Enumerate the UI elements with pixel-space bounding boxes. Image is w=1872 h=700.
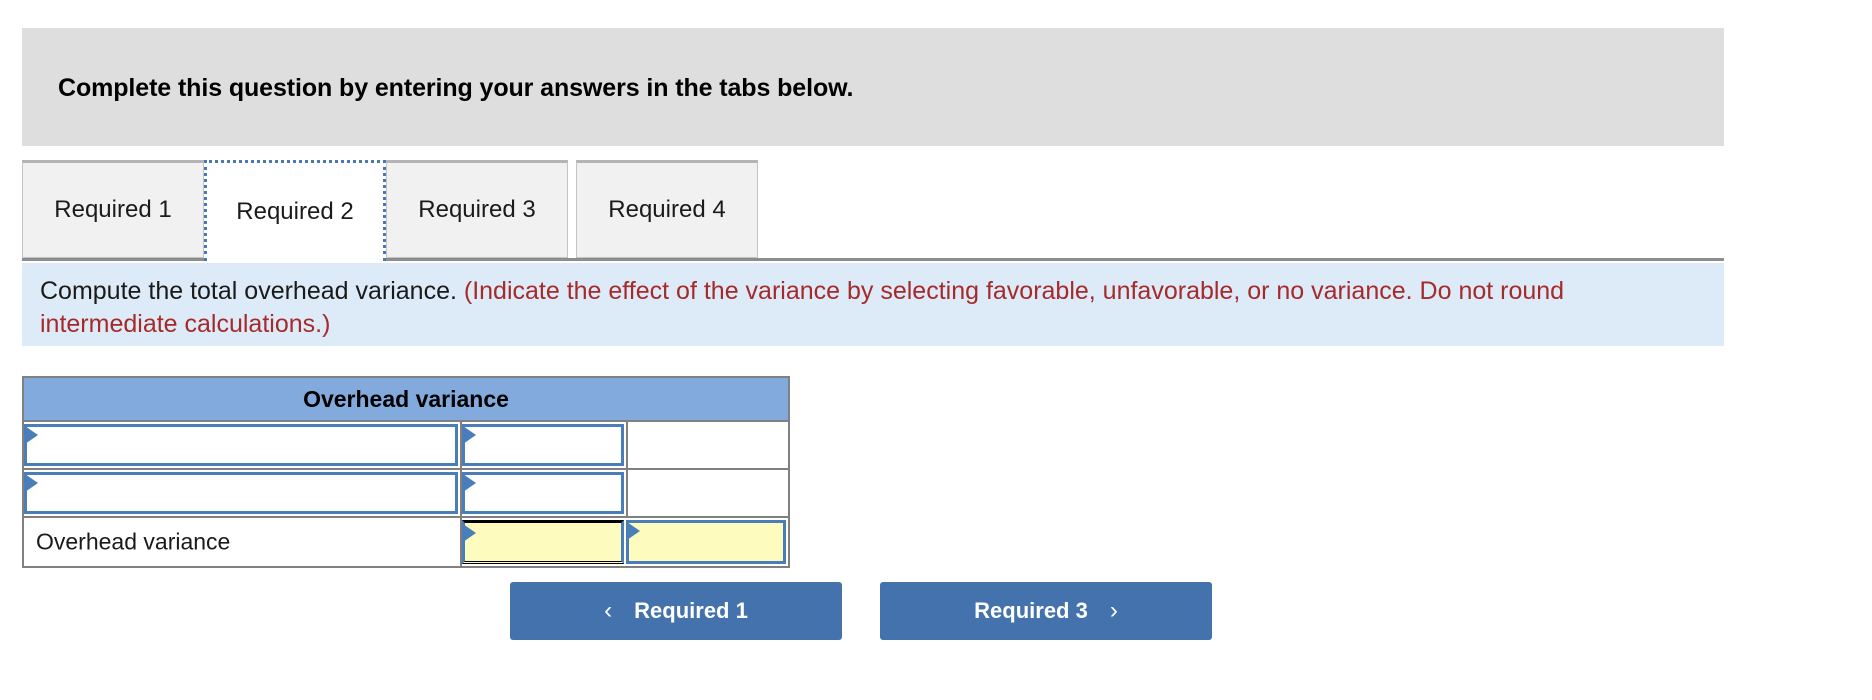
row-2-amount-input[interactable] — [462, 472, 624, 514]
tab-required-4[interactable]: Required 4 — [576, 160, 758, 258]
table-row — [24, 470, 788, 518]
dropdown-triangle-icon — [25, 474, 38, 492]
prev-required-label: Required 1 — [634, 598, 748, 623]
row-1-amount-cell — [460, 422, 626, 468]
tab-required-2-label: Required 2 — [236, 198, 354, 225]
question-prompt-main: Compute the total overhead variance. — [40, 277, 457, 305]
chevron-left-icon: ‹ — [604, 597, 613, 624]
requirement-tabs: Required 1 Required 2 Required 3 Require… — [22, 160, 1724, 261]
tab-required-2[interactable]: Required 2 — [204, 160, 386, 261]
tab-required-4-label: Required 4 — [608, 196, 726, 223]
row-3-amount-input[interactable] — [462, 520, 624, 564]
row-3-label-value: Overhead variance — [36, 528, 231, 555]
dropdown-triangle-icon — [627, 522, 640, 540]
row-1-label-cell — [24, 422, 460, 468]
navigation-bar: ‹ Required 1 Required 3 › — [0, 582, 1872, 644]
dropdown-triangle-icon — [463, 426, 476, 444]
table-row: Overhead variance — [24, 518, 788, 566]
row-1-effect-cell — [626, 422, 788, 468]
row-2-amount-cell — [460, 470, 626, 516]
row-2-label-select[interactable] — [24, 472, 458, 514]
tab-required-3[interactable]: Required 3 — [386, 160, 568, 258]
chevron-right-icon: › — [1109, 597, 1118, 624]
next-required-button[interactable]: Required 3 › — [880, 582, 1212, 640]
row-2-effect-cell — [626, 470, 788, 516]
row-3-amount-cell — [460, 518, 626, 566]
table-row — [24, 422, 788, 470]
dropdown-triangle-icon — [463, 524, 476, 542]
row-3-effect-cell — [626, 518, 788, 566]
overhead-variance-table: Overhead variance Overhead variance — [22, 376, 790, 568]
row-2-label-cell — [24, 470, 460, 516]
row-1-label-select[interactable] — [24, 424, 458, 466]
instruction-banner: Complete this question by entering your … — [22, 28, 1724, 146]
next-required-label: Required 3 — [974, 598, 1088, 623]
dropdown-triangle-icon — [463, 474, 476, 492]
row-1-amount-input[interactable] — [462, 424, 624, 466]
tab-required-1[interactable]: Required 1 — [22, 160, 204, 258]
question-prompt: Compute the total overhead variance. (In… — [22, 263, 1724, 346]
tab-required-3-label: Required 3 — [418, 196, 536, 223]
row-3-effect-select[interactable] — [626, 520, 786, 564]
instruction-banner-text: Complete this question by entering your … — [58, 74, 854, 102]
dropdown-triangle-icon — [25, 426, 38, 444]
tab-required-1-label: Required 1 — [54, 196, 172, 223]
table-header: Overhead variance — [24, 378, 788, 422]
row-3-label-cell: Overhead variance — [24, 518, 460, 566]
prev-required-button[interactable]: ‹ Required 1 — [510, 582, 842, 640]
